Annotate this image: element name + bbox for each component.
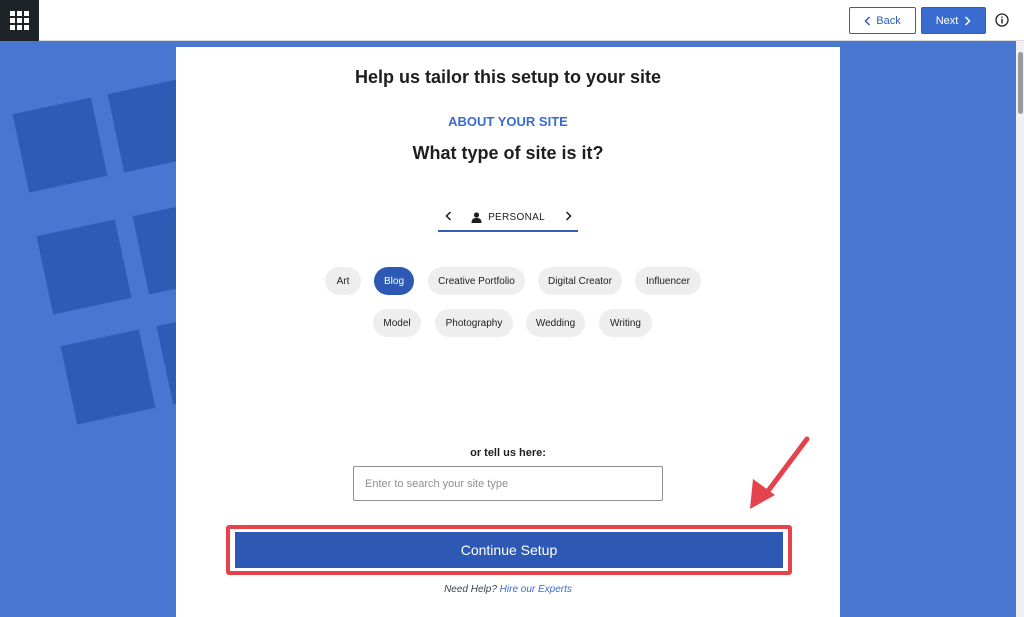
previous-category-button[interactable] bbox=[442, 210, 454, 224]
question-heading: What type of site is it? bbox=[412, 143, 604, 163]
category-label: PERSONAL bbox=[488, 211, 545, 223]
chip-blog[interactable]: Blog bbox=[374, 267, 414, 295]
chevron-right-icon bbox=[565, 211, 572, 221]
chip-influencer[interactable]: Influencer bbox=[635, 267, 701, 295]
chip-creative-portfolio[interactable]: Creative Portfolio bbox=[428, 267, 525, 295]
search-label: or tell us here: bbox=[470, 447, 546, 459]
back-button[interactable]: Back bbox=[849, 7, 916, 34]
site-type-search-input[interactable] bbox=[353, 466, 663, 501]
chevron-right-icon bbox=[965, 15, 971, 26]
scrollbar-track[interactable] bbox=[1016, 41, 1024, 617]
chip-writing[interactable]: Writing bbox=[599, 309, 652, 337]
info-icon[interactable] bbox=[995, 13, 1009, 27]
help-text: Need Help? Hire our Experts bbox=[176, 584, 840, 595]
help-prefix: Need Help? bbox=[444, 584, 497, 595]
continue-setup-button[interactable]: Continue Setup bbox=[235, 532, 783, 568]
top-bar: Back Next bbox=[0, 0, 1024, 41]
annotation-arrow-icon bbox=[750, 436, 810, 509]
chip-model[interactable]: Model bbox=[373, 309, 421, 337]
apps-menu-button[interactable] bbox=[0, 0, 39, 41]
chip-art[interactable]: Art bbox=[325, 267, 361, 295]
category-current: PERSONAL bbox=[471, 212, 545, 223]
person-icon bbox=[471, 211, 482, 223]
setup-card: Help us tailor this setup to your site A… bbox=[176, 47, 840, 617]
section-eyebrow: ABOUT YOUR SITE bbox=[448, 114, 568, 129]
hire-experts-link[interactable]: Hire our Experts bbox=[500, 584, 572, 595]
page-title: Help us tailor this setup to your site bbox=[354, 67, 662, 87]
chip-wedding[interactable]: Wedding bbox=[526, 309, 585, 337]
chevron-left-icon bbox=[864, 15, 871, 26]
scrollbar-thumb[interactable] bbox=[1018, 52, 1023, 114]
grid-icon bbox=[10, 11, 29, 30]
chip-photography[interactable]: Photography bbox=[435, 309, 513, 337]
chevron-left-icon bbox=[444, 211, 451, 221]
next-button[interactable]: Next bbox=[921, 7, 986, 34]
category-selector: PERSONAL bbox=[438, 204, 578, 232]
decorative-background bbox=[0, 41, 176, 617]
back-button-label: Back bbox=[876, 14, 901, 27]
chip-digital-creator[interactable]: Digital Creator bbox=[538, 267, 622, 295]
next-button-label: Next bbox=[935, 14, 959, 27]
next-category-button[interactable] bbox=[562, 210, 574, 224]
